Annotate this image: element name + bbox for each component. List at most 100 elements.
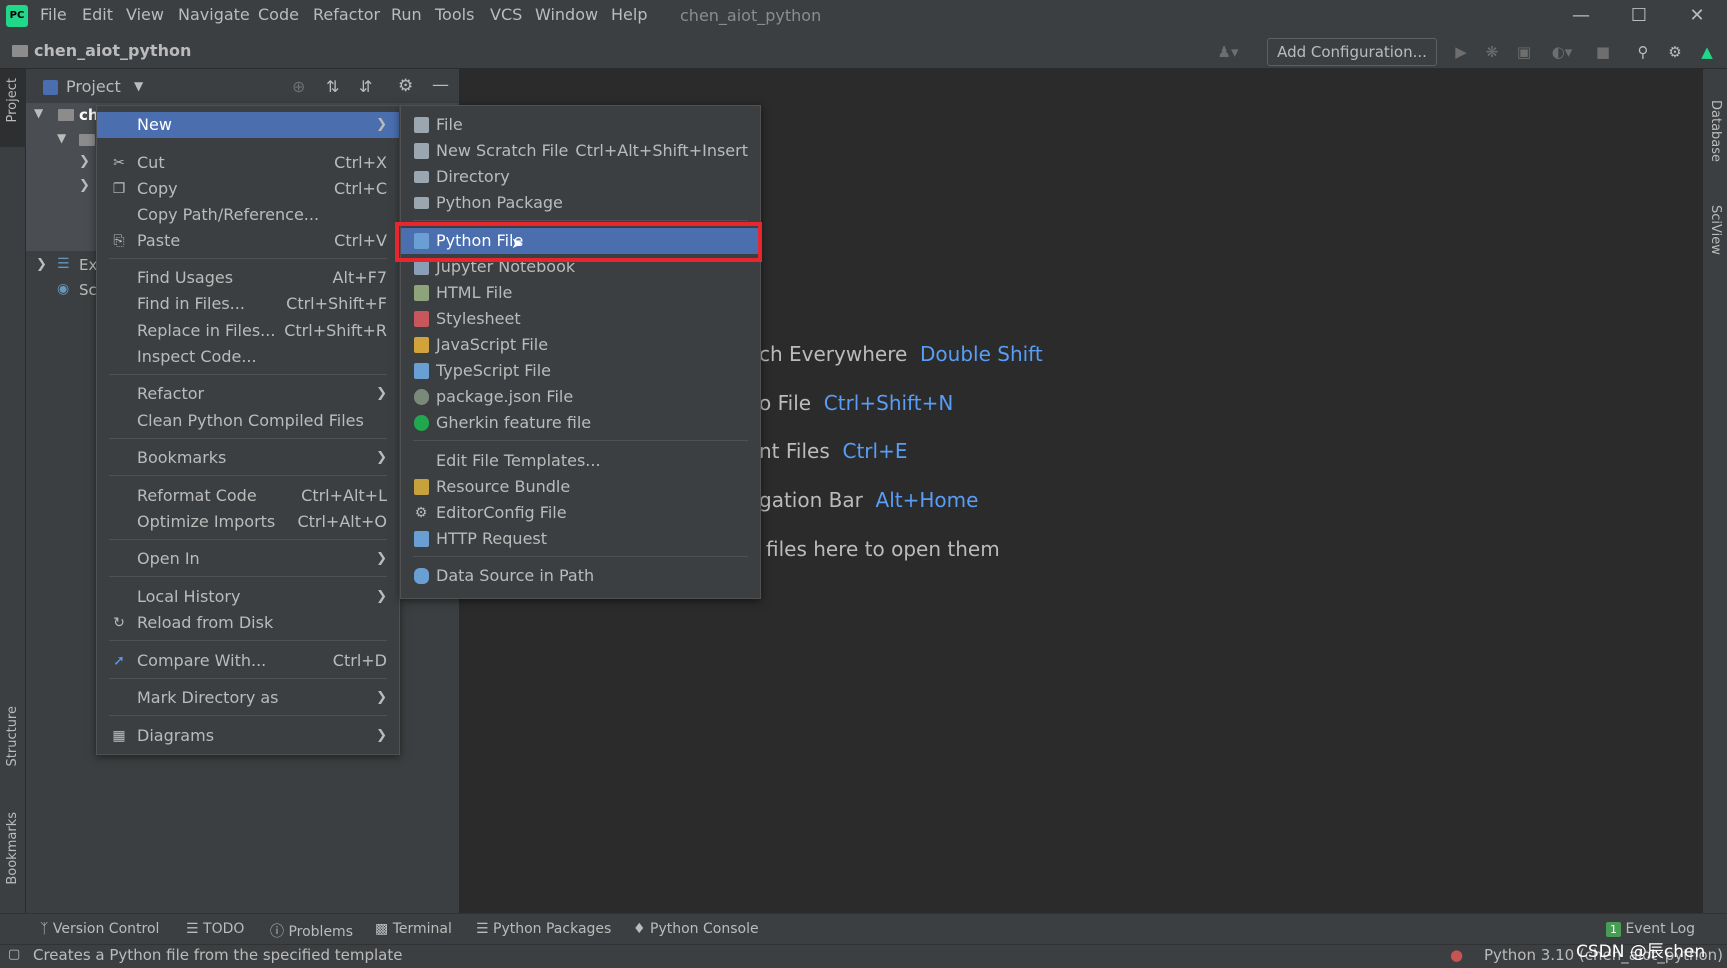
- menu-tools[interactable]: Tools: [435, 5, 474, 24]
- minimize-icon[interactable]: —: [1555, 2, 1607, 30]
- ts-file-icon: [413, 363, 429, 379]
- project-breadcrumb[interactable]: chen_aiot_python: [34, 41, 191, 60]
- database-tool-label[interactable]: Database: [1708, 100, 1723, 162]
- tool-version-control[interactable]: ᛉ Version Control: [40, 921, 159, 937]
- bookmarks-tool-label[interactable]: Bookmarks: [5, 812, 20, 885]
- coverage-icon[interactable]: ▣: [1513, 41, 1535, 63]
- scratch-file-icon: [413, 143, 429, 159]
- menu-code[interactable]: Code: [258, 5, 299, 24]
- search-icon[interactable]: ⚲: [1632, 41, 1654, 63]
- submenu-python-package[interactable]: Python Package: [401, 190, 760, 216]
- submenu-data-source[interactable]: Data Source in Path: [401, 563, 760, 589]
- menu-find-in-files[interactable]: Find in Files... Ctrl+Shift+F: [97, 291, 399, 317]
- status-square-icon[interactable]: ▢: [8, 947, 20, 962]
- menu-new[interactable]: New ❯: [97, 112, 399, 138]
- submenu-file[interactable]: File: [401, 112, 760, 138]
- menu-reload-from-disk[interactable]: ↻ Reload from Disk: [97, 610, 399, 636]
- menu-bookmarks[interactable]: Bookmarks ❯: [97, 445, 399, 471]
- submenu-edit-templates[interactable]: Edit File Templates...: [401, 448, 760, 474]
- menu-optimize-imports[interactable]: Optimize Imports Ctrl+Alt+O: [97, 509, 399, 535]
- http-request-icon: [413, 531, 429, 547]
- menu-diagrams[interactable]: ▦ Diagrams ❯: [97, 723, 399, 749]
- project-view-title[interactable]: Project: [66, 77, 121, 96]
- menu-paste[interactable]: ⎘ Paste Ctrl+V: [97, 228, 399, 254]
- submenu-scratch-file[interactable]: New Scratch File Ctrl+Alt+Shift+Insert: [401, 138, 760, 164]
- submenu-package-json[interactable]: package.json File: [401, 384, 760, 410]
- menu-window[interactable]: Window: [535, 5, 598, 24]
- close-icon[interactable]: ✕: [1671, 2, 1723, 30]
- menu-local-history[interactable]: Local History ❯: [97, 584, 399, 610]
- menu-run[interactable]: Run: [391, 5, 422, 24]
- submenu-directory[interactable]: Directory: [401, 164, 760, 190]
- event-log[interactable]: 1 Event Log: [1606, 921, 1695, 937]
- problems-icon: ⓘ: [270, 924, 284, 940]
- menu-find-usages[interactable]: Find Usages Alt+F7: [97, 265, 399, 291]
- menu-clean-python[interactable]: Clean Python Compiled Files: [97, 408, 399, 434]
- menu-cut[interactable]: ✂ Cut Ctrl+X: [97, 150, 399, 176]
- shortcut-key: Ctrl+E: [842, 439, 908, 463]
- menu-refactor[interactable]: Refactor ❯: [97, 381, 399, 407]
- debug-icon[interactable]: ❋: [1481, 41, 1503, 63]
- menu-copy[interactable]: ❐ Copy Ctrl+C: [97, 176, 399, 202]
- copy-icon: ❐: [112, 181, 126, 197]
- chevron-down-icon[interactable]: ▼: [57, 131, 66, 145]
- chevron-right-icon[interactable]: ❯: [36, 257, 47, 272]
- structure-tool-label[interactable]: Structure: [5, 706, 20, 766]
- tool-todo[interactable]: ☰ TODO: [186, 921, 244, 937]
- sciview-tool-label[interactable]: SciView: [1708, 205, 1723, 255]
- submenu-javascript-file[interactable]: JavaScript File: [401, 332, 760, 358]
- maximize-icon[interactable]: ☐: [1613, 2, 1665, 30]
- chevron-right-icon[interactable]: ❯: [79, 178, 90, 193]
- hide-panel-icon[interactable]: —: [432, 75, 449, 95]
- add-configuration-button[interactable]: Add Configuration...: [1267, 38, 1437, 66]
- submenu-stylesheet[interactable]: Stylesheet: [401, 306, 760, 332]
- reload-icon: ↻: [113, 615, 125, 631]
- profile-icon[interactable]: ◐▾: [1544, 41, 1580, 63]
- tool-terminal[interactable]: ▩ Terminal: [375, 921, 452, 937]
- menu-refactor[interactable]: Refactor: [313, 5, 380, 24]
- stop-icon[interactable]: ■: [1592, 41, 1614, 63]
- menu-replace-in-files[interactable]: Replace in Files... Ctrl+Shift+R: [97, 318, 399, 344]
- tool-problems[interactable]: ⓘ Problems: [270, 921, 353, 941]
- settings-gear-icon[interactable]: ⚙: [1664, 41, 1686, 63]
- menu-navigate[interactable]: Navigate: [178, 5, 250, 24]
- editor-hint: ch Everywhere Double Shift: [759, 342, 1043, 366]
- options-gear-icon[interactable]: ⚙: [398, 76, 413, 96]
- user-icon[interactable]: ♟▾: [1210, 41, 1246, 63]
- paste-icon: ⎘: [113, 233, 125, 249]
- run-icon[interactable]: ▶: [1450, 41, 1472, 63]
- folder-icon: [413, 171, 429, 183]
- menu-mark-directory[interactable]: Mark Directory as ❯: [97, 685, 399, 711]
- menu-vcs[interactable]: VCS: [490, 5, 522, 24]
- tree-item-label[interactable]: Sc: [79, 281, 97, 299]
- menu-help[interactable]: Help: [611, 5, 647, 24]
- menu-inspect-code[interactable]: Inspect Code...: [97, 344, 399, 370]
- chevron-down-icon[interactable]: ▼: [34, 106, 43, 120]
- submenu-http-request[interactable]: HTTP Request: [401, 526, 760, 552]
- chevron-down-icon[interactable]: ▼: [134, 79, 143, 93]
- collapse-all-icon[interactable]: ⇵: [359, 77, 372, 96]
- submenu-resource-bundle[interactable]: Resource Bundle: [401, 474, 760, 500]
- tool-python-packages[interactable]: ☰ Python Packages: [476, 921, 611, 937]
- project-tool-label[interactable]: Project: [5, 78, 20, 122]
- submenu-html-file[interactable]: HTML File: [401, 280, 760, 306]
- menu-edit[interactable]: Edit: [82, 5, 113, 24]
- chevron-right-icon[interactable]: ❯: [79, 154, 90, 169]
- submenu-gherkin[interactable]: Gherkin feature file: [401, 410, 760, 436]
- menu-open-in[interactable]: Open In ❯: [97, 546, 399, 572]
- expand-all-icon[interactable]: ⇅: [326, 77, 339, 96]
- submenu-editorconfig[interactable]: ⚙ EditorConfig File: [401, 500, 760, 526]
- menu-view[interactable]: View: [126, 5, 164, 24]
- menu-reformat-code[interactable]: Reformat Code Ctrl+Alt+L: [97, 483, 399, 509]
- tool-python-console[interactable]: ♦ Python Console: [633, 921, 759, 937]
- submenu-typescript-file[interactable]: TypeScript File: [401, 358, 760, 384]
- chevron-right-icon: ❯: [376, 450, 387, 465]
- editor-hint: nt Files Ctrl+E: [759, 439, 908, 463]
- js-file-icon: [413, 337, 429, 353]
- tree-item-label[interactable]: Ex: [79, 256, 97, 274]
- menu-compare-with[interactable]: ➚ Compare With... Ctrl+D: [97, 648, 399, 674]
- tool-windows-bar: [0, 913, 1727, 944]
- locate-icon[interactable]: ⊕: [292, 77, 305, 96]
- menu-file[interactable]: File: [40, 5, 67, 24]
- menu-copy-path[interactable]: Copy Path/Reference...: [97, 202, 399, 228]
